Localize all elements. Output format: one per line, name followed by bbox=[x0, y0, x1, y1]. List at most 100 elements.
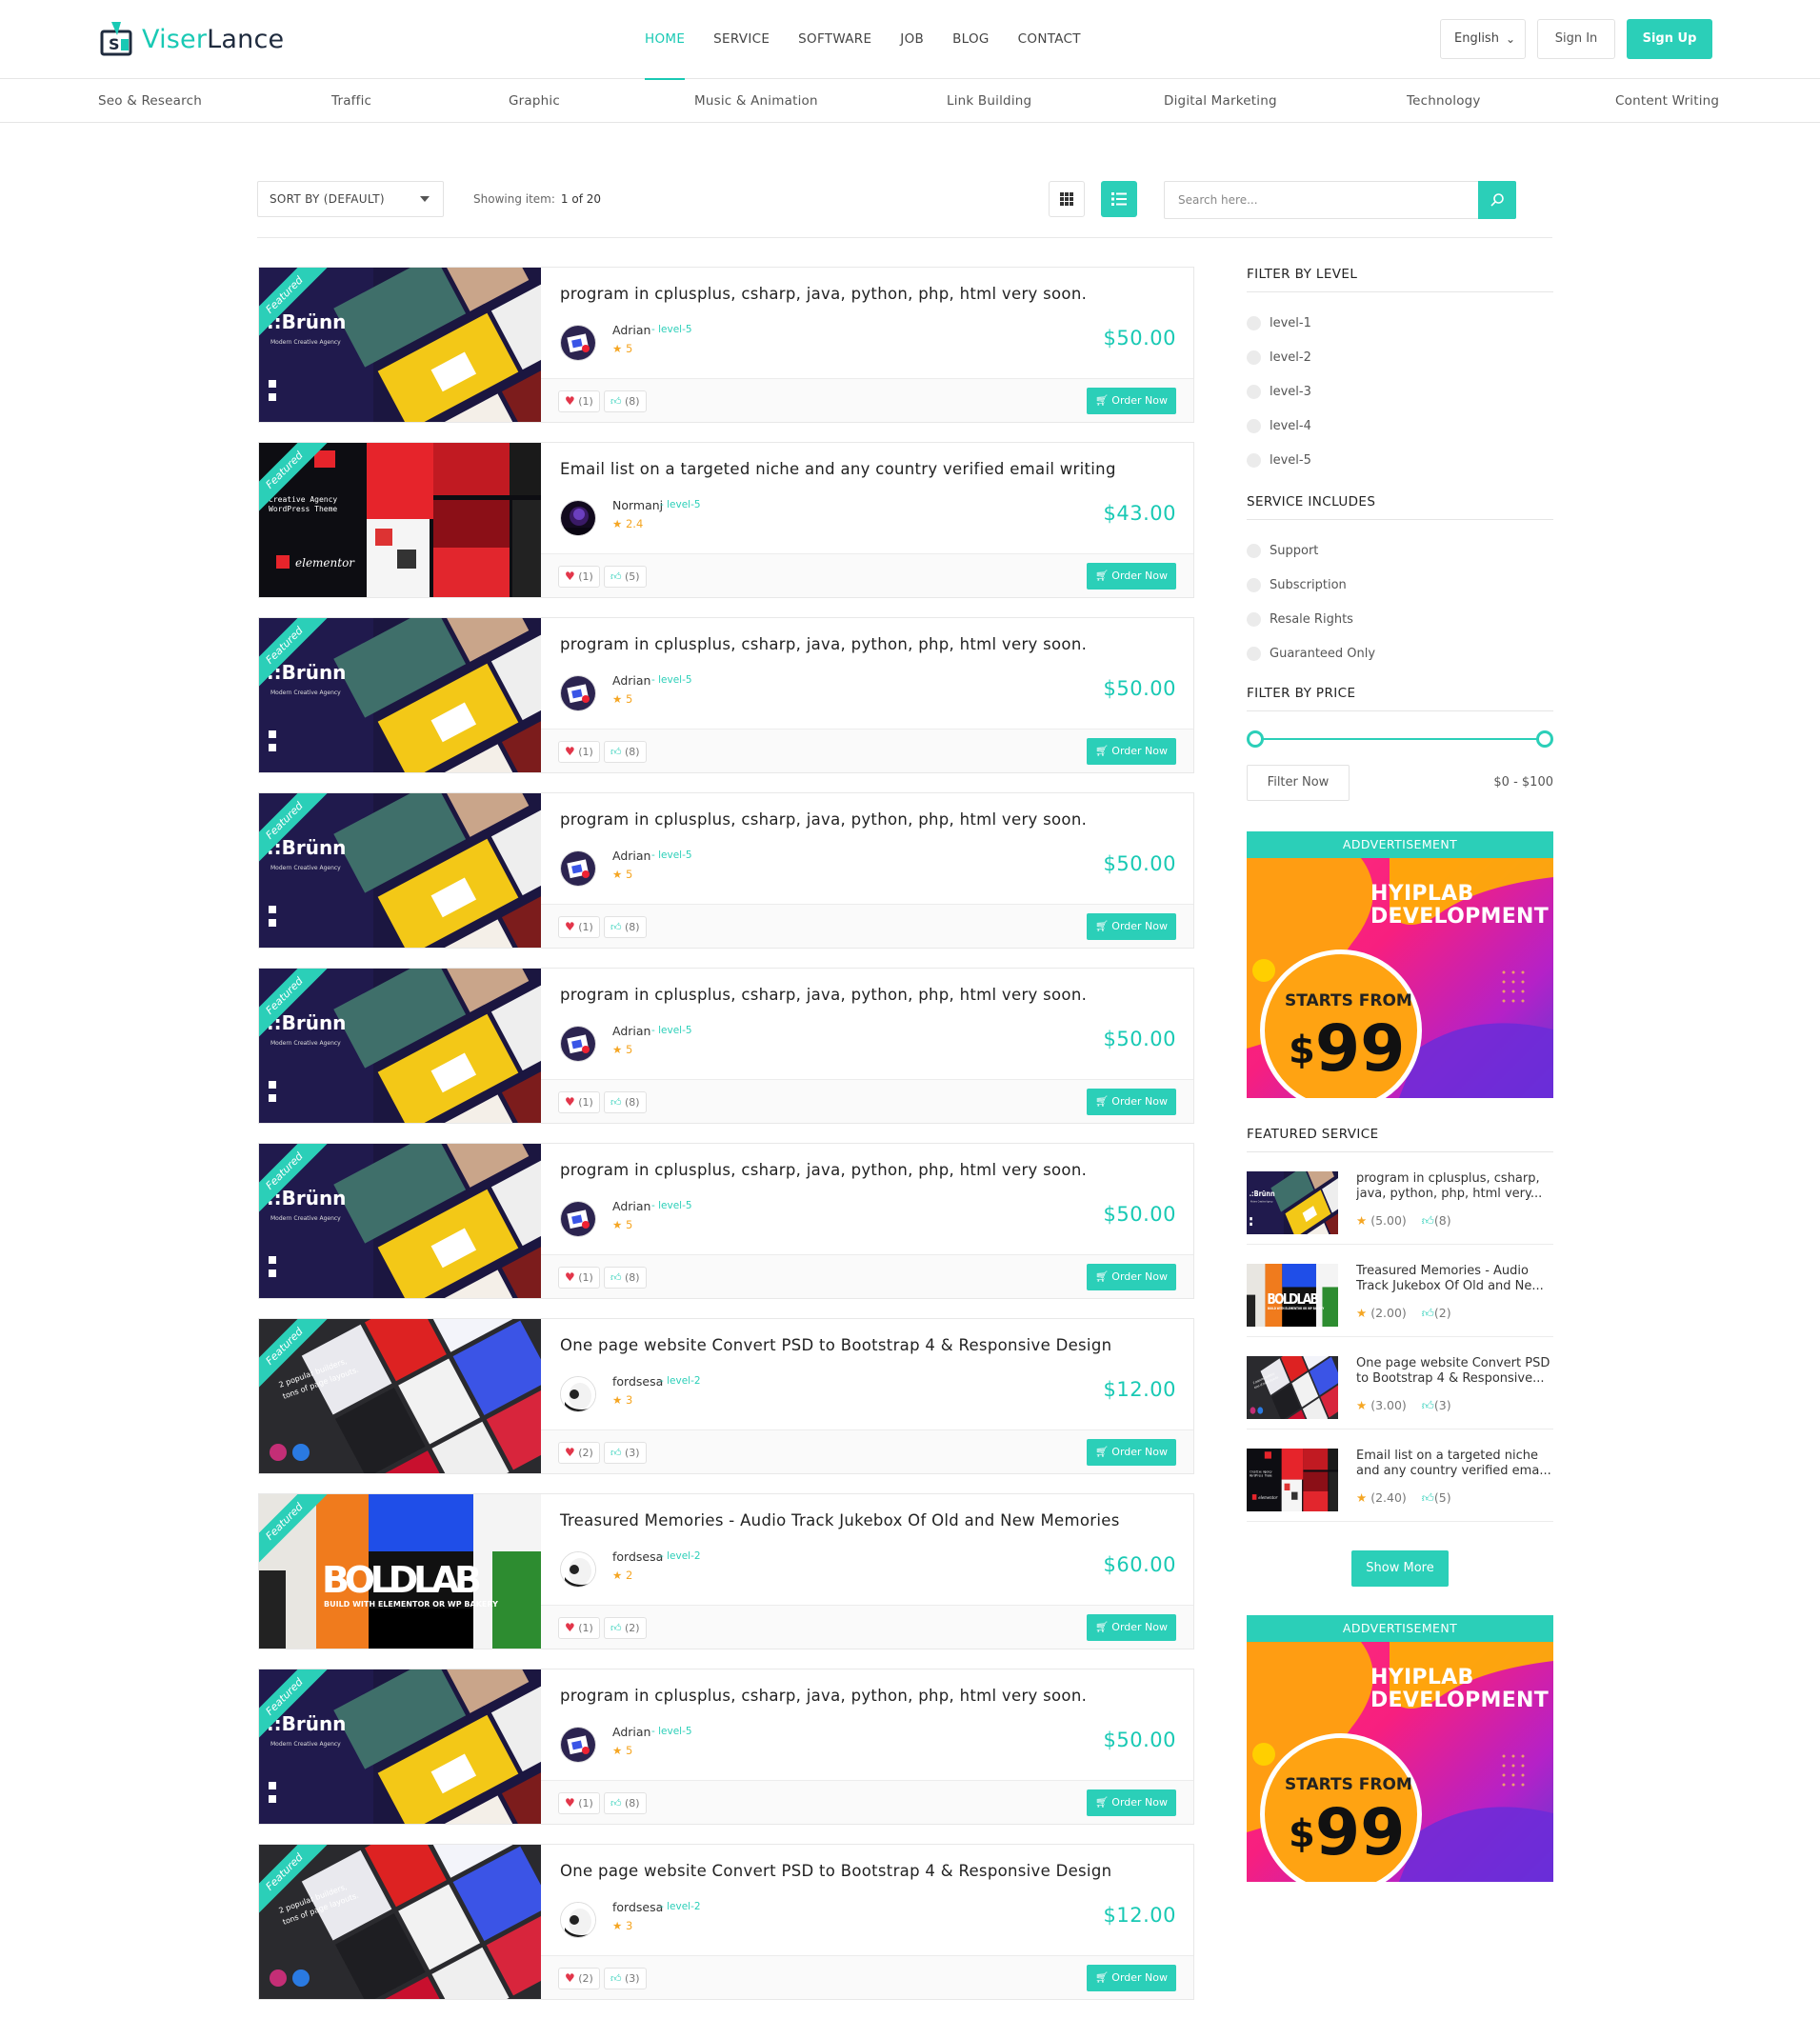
includes-checkbox-guaranteed-only[interactable]: Guaranteed Only bbox=[1247, 636, 1553, 670]
like-button[interactable]: ♥ (1) bbox=[558, 1792, 600, 1814]
price-slider-max-handle[interactable] bbox=[1536, 730, 1553, 748]
service-title[interactable]: program in cplusplus, csharp, java, pyth… bbox=[560, 1161, 1170, 1179]
like-button[interactable]: ♥ (1) bbox=[558, 390, 600, 412]
service-title[interactable]: program in cplusplus, csharp, java, pyth… bbox=[560, 635, 1170, 653]
seller-name[interactable]: fordsesa bbox=[612, 1549, 663, 1564]
like-button[interactable]: ♥ (1) bbox=[558, 1617, 600, 1639]
sign-in-button[interactable]: Sign In bbox=[1537, 19, 1615, 59]
order-now-button[interactable]: 🛒︎ Order Now bbox=[1086, 563, 1176, 590]
grid-view-button[interactable] bbox=[1049, 181, 1085, 217]
service-thumbnail[interactable]: Creative Agency WordPress Theme elemento… bbox=[259, 443, 541, 597]
level-checkbox-level-1[interactable]: level-1 bbox=[1247, 306, 1553, 340]
order-now-button[interactable]: 🛒︎ Order Now bbox=[1086, 1089, 1176, 1115]
service-thumbnail[interactable]: .:Brünn Modern Creative Agency Featured bbox=[259, 1669, 541, 1824]
seller-avatar[interactable] bbox=[560, 1026, 596, 1062]
service-thumbnail[interactable]: BOLDLAB BUILD WITH ELEMENTOR OR WP BAKER… bbox=[259, 1494, 541, 1649]
featured-thumbnail[interactable]: BOLDLAB BUILD WITH ELEMENTOR OR WP BAKER… bbox=[1247, 1264, 1338, 1327]
service-thumbnail[interactable]: .:Brünn Modern Creative Agency Featured bbox=[259, 268, 541, 422]
like-button[interactable]: ♥ (1) bbox=[558, 566, 600, 588]
like-button[interactable]: ♥ (1) bbox=[558, 1267, 600, 1289]
checkbox-circle[interactable] bbox=[1247, 384, 1261, 399]
like-button[interactable]: ♥ (1) bbox=[558, 1091, 600, 1113]
featured-service-item[interactable]: .:Brünn Modern Creative Agency program i… bbox=[1247, 1152, 1553, 1245]
thumbs-up-button[interactable]: 👍︎ (8) bbox=[604, 916, 647, 938]
filter-now-button[interactable]: Filter Now bbox=[1247, 765, 1350, 801]
nav-software[interactable]: SOFTWARE bbox=[784, 0, 886, 79]
checkbox-circle[interactable] bbox=[1247, 452, 1261, 468]
featured-service-item[interactable]: 2 popular builders, tons of page layouts… bbox=[1247, 1337, 1553, 1429]
service-thumbnail[interactable]: 2 popular builders, tons of page layouts… bbox=[259, 1319, 541, 1473]
order-now-button[interactable]: 🛒︎ Order Now bbox=[1086, 913, 1176, 940]
level-checkbox-level-4[interactable]: level-4 bbox=[1247, 409, 1553, 443]
thumbs-up-button[interactable]: 👍︎ (3) bbox=[604, 1442, 647, 1464]
thumbs-up-button[interactable]: 👍︎ (8) bbox=[604, 1091, 647, 1113]
category-music-animation[interactable]: Music & Animation bbox=[694, 79, 818, 123]
service-title[interactable]: program in cplusplus, csharp, java, pyth… bbox=[560, 986, 1170, 1004]
seller-name[interactable]: Adrian bbox=[612, 323, 650, 337]
includes-checkbox-subscription[interactable]: Subscription bbox=[1247, 568, 1553, 602]
category-technology[interactable]: Technology bbox=[1407, 79, 1481, 123]
seller-avatar[interactable] bbox=[560, 1902, 596, 1938]
level-checkbox-level-2[interactable]: level-2 bbox=[1247, 340, 1553, 374]
seller-name[interactable]: Adrian bbox=[612, 849, 650, 863]
level-checkbox-level-3[interactable]: level-3 bbox=[1247, 374, 1553, 409]
thumbs-up-button[interactable]: 👍︎ (8) bbox=[604, 1267, 647, 1289]
featured-title[interactable]: Treasured Memories - Audio Track Jukebox… bbox=[1356, 1264, 1553, 1294]
service-thumbnail[interactable]: .:Brünn Modern Creative Agency Featured bbox=[259, 969, 541, 1123]
order-now-button[interactable]: 🛒︎ Order Now bbox=[1086, 1789, 1176, 1816]
includes-checkbox-resale-rights[interactable]: Resale Rights bbox=[1247, 602, 1553, 636]
seller-name[interactable]: fordsesa bbox=[612, 1900, 663, 1914]
includes-checkbox-support[interactable]: Support bbox=[1247, 533, 1553, 568]
sort-select[interactable]: SORT BY (DEFAULT) bbox=[257, 181, 444, 217]
seller-avatar[interactable] bbox=[560, 1551, 596, 1588]
checkbox-circle[interactable] bbox=[1247, 350, 1261, 365]
order-now-button[interactable]: 🛒︎ Order Now bbox=[1086, 1965, 1176, 1991]
thumbs-up-button[interactable]: 👍︎ (8) bbox=[604, 390, 647, 412]
featured-service-item[interactable]: Creative Agency WordPress Theme elemento… bbox=[1247, 1429, 1553, 1522]
order-now-button[interactable]: 🛒︎ Order Now bbox=[1086, 1614, 1176, 1641]
featured-thumbnail[interactable]: .:Brünn Modern Creative Agency bbox=[1247, 1171, 1338, 1234]
category-traffic[interactable]: Traffic bbox=[331, 79, 371, 123]
price-slider[interactable] bbox=[1247, 725, 1553, 753]
nav-home[interactable]: HOME bbox=[630, 0, 699, 80]
service-title[interactable]: program in cplusplus, csharp, java, pyth… bbox=[560, 810, 1170, 829]
like-button[interactable]: ♥ (2) bbox=[558, 1442, 600, 1464]
search-input[interactable] bbox=[1165, 182, 1470, 218]
thumbs-up-button[interactable]: 👍︎ (3) bbox=[604, 1968, 647, 1989]
list-view-button[interactable] bbox=[1101, 181, 1137, 217]
thumbs-up-button[interactable]: 👍︎ (5) bbox=[604, 566, 647, 588]
order-now-button[interactable]: 🛒︎ Order Now bbox=[1086, 388, 1176, 414]
service-thumbnail[interactable]: .:Brünn Modern Creative Agency Featured bbox=[259, 618, 541, 772]
featured-thumbnail[interactable]: Creative Agency WordPress Theme elemento… bbox=[1247, 1449, 1338, 1511]
service-title[interactable]: One page website Convert PSD to Bootstra… bbox=[560, 1862, 1170, 1880]
service-thumbnail[interactable]: .:Brünn Modern Creative Agency Featured bbox=[259, 1144, 541, 1298]
service-thumbnail[interactable]: .:Brünn Modern Creative Agency Featured bbox=[259, 793, 541, 948]
seller-name[interactable]: Adrian bbox=[612, 673, 650, 688]
show-more-button[interactable]: Show More bbox=[1351, 1550, 1449, 1587]
price-slider-min-handle[interactable] bbox=[1247, 730, 1264, 748]
seller-avatar[interactable] bbox=[560, 1201, 596, 1237]
seller-name[interactable]: fordsesa bbox=[612, 1374, 663, 1389]
seller-name[interactable]: Adrian bbox=[612, 1199, 650, 1213]
advertisement-banner[interactable]: ADDVERTISEMENT HYIPLAB DEVELOPMENT START… bbox=[1247, 831, 1553, 1098]
service-title[interactable]: program in cplusplus, csharp, java, pyth… bbox=[560, 1687, 1170, 1705]
featured-service-item[interactable]: BOLDLAB BUILD WITH ELEMENTOR OR WP BAKER… bbox=[1247, 1245, 1553, 1337]
seller-name[interactable]: Adrian bbox=[612, 1024, 650, 1038]
checkbox-circle[interactable] bbox=[1247, 646, 1261, 661]
seller-avatar[interactable] bbox=[560, 675, 596, 711]
category-seo-research[interactable]: Seo & Research bbox=[98, 79, 202, 123]
search-button[interactable] bbox=[1478, 181, 1516, 219]
checkbox-circle[interactable] bbox=[1247, 418, 1261, 433]
category-digital-marketing[interactable]: Digital Marketing bbox=[1164, 79, 1277, 123]
thumbs-up-button[interactable]: 👍︎ (8) bbox=[604, 1792, 647, 1814]
seller-name[interactable]: Normanj bbox=[612, 498, 663, 512]
checkbox-circle[interactable] bbox=[1247, 577, 1261, 592]
thumbs-up-button[interactable]: 👍︎ (8) bbox=[604, 741, 647, 763]
like-button[interactable]: ♥ (2) bbox=[558, 1968, 600, 1989]
advertisement-banner[interactable]: ADDVERTISEMENT HYIPLAB DEVELOPMENT START… bbox=[1247, 1615, 1553, 1882]
order-now-button[interactable]: 🛒︎ Order Now bbox=[1086, 1264, 1176, 1290]
nav-service[interactable]: SERVICE bbox=[699, 0, 784, 79]
language-select[interactable]: English ⌄ bbox=[1440, 19, 1526, 59]
seller-avatar[interactable] bbox=[560, 1727, 596, 1763]
featured-title[interactable]: Email list on a targeted niche and any c… bbox=[1356, 1449, 1553, 1479]
